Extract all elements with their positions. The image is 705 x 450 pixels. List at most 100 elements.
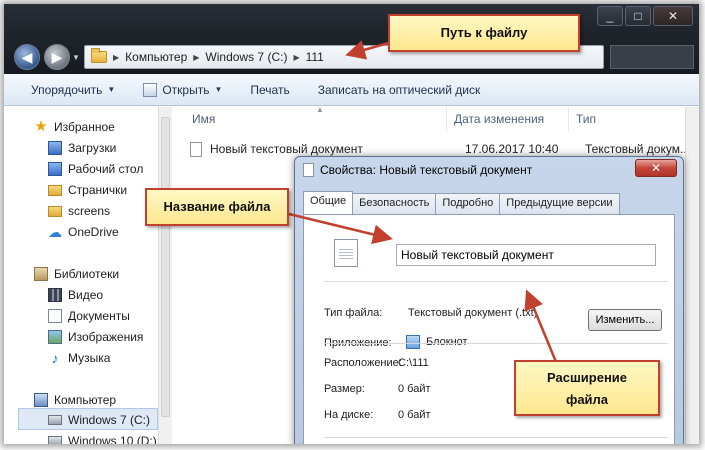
library-icon: [34, 267, 48, 281]
organize-button[interactable]: Упорядочить ▼: [4, 83, 129, 97]
sort-caret-icon: ▲: [316, 105, 324, 114]
open-file-icon: [143, 82, 158, 97]
sidebar-item-onedrive[interactable]: ☁ OneDrive: [48, 222, 119, 242]
navigation-pane: ★ Избранное Загрузки Рабочий стол Страни…: [4, 107, 158, 444]
sidebar-libraries[interactable]: Библиотеки: [34, 264, 119, 284]
app-value: Блокнот: [426, 336, 468, 348]
window-controls: _ □ ✕: [597, 6, 693, 26]
breadcrumb-folder[interactable]: 111: [306, 50, 324, 64]
music-icon: ♪: [51, 350, 59, 366]
video-icon: [48, 288, 62, 302]
file-name-field[interactable]: Новый текстовый документ: [396, 244, 656, 266]
sidebar-item-drive-c[interactable]: Windows 7 (C:): [48, 410, 150, 430]
name-callout: Название файла: [145, 188, 289, 226]
file-list-header: Имя ▲ Дата изменения Тип: [174, 105, 699, 131]
search-input[interactable]: [610, 45, 694, 69]
print-button[interactable]: Печать: [236, 83, 303, 97]
change-app-button[interactable]: Изменить...: [588, 309, 662, 331]
burn-disc-button[interactable]: Записать на оптический диск: [304, 83, 495, 97]
column-divider[interactable]: [568, 107, 569, 131]
extension-callout-line2: файла: [565, 392, 609, 407]
sidebar-label: Windows 7 (C:): [68, 413, 151, 427]
tab-details[interactable]: Подробно: [435, 193, 501, 214]
minimize-button[interactable]: _: [597, 6, 623, 26]
folder-icon: [48, 205, 62, 217]
sidebar-label: Странички: [68, 183, 128, 197]
sidebar-scrollbar[interactable]: [158, 107, 172, 444]
open-button[interactable]: Открыть ▼: [129, 82, 236, 97]
sidebar-label: Библиотеки: [54, 267, 120, 281]
app-value-group: Блокнот: [406, 335, 468, 349]
sidebar-item-screens[interactable]: screens: [48, 201, 110, 221]
sidebar-item-video[interactable]: Видео: [48, 285, 103, 305]
title-bar: _ □ ✕: [4, 4, 699, 38]
star-icon: ★: [34, 118, 48, 135]
text-file-icon: [303, 163, 314, 177]
folder-icon: [48, 184, 62, 196]
dialog-tabs: Общие Безопасность Подробно Предыдущие в…: [303, 191, 620, 214]
tab-previous-versions[interactable]: Предыдущие версии: [499, 193, 620, 214]
drive-icon: [48, 415, 62, 425]
folder-icon: [91, 48, 107, 63]
disk-size-label: На диске:: [324, 409, 374, 421]
column-date[interactable]: Дата изменения: [454, 112, 544, 126]
sidebar-label: Рабочий стол: [68, 162, 144, 176]
open-label: Открыть: [162, 82, 210, 97]
chevron-right-icon[interactable]: ▶: [193, 53, 199, 62]
location-label: Расположение:: [324, 357, 402, 369]
file-type-label: Тип файла:: [324, 307, 383, 319]
cloud-icon: ☁: [48, 224, 62, 240]
divider: [324, 343, 668, 344]
column-type[interactable]: Тип: [576, 112, 596, 126]
column-name[interactable]: Имя: [192, 112, 215, 126]
sidebar-label: Изображения: [68, 330, 144, 344]
sidebar-label: Документы: [68, 309, 130, 323]
sidebar-item-drive-d[interactable]: Windows 10 (D:): [48, 431, 157, 444]
close-button[interactable]: ✕: [653, 6, 693, 26]
history-dropdown-icon[interactable]: ▼: [72, 53, 80, 62]
dialog-close-button[interactable]: ✕: [635, 159, 677, 177]
scrollbar-thumb[interactable]: [161, 117, 170, 417]
organize-label: Упорядочить: [31, 82, 103, 97]
sidebar-item-documents[interactable]: Документы: [48, 306, 130, 326]
command-toolbar: Упорядочить ▼ Открыть ▼ Печать Записать …: [4, 74, 699, 106]
sidebar-label: Избранное: [54, 120, 115, 134]
dialog-title: Свойства: Новый текстовый документ: [320, 163, 533, 177]
maximize-button[interactable]: □: [625, 6, 651, 26]
sidebar-label: Компьютер: [54, 393, 117, 407]
tab-general[interactable]: Общие: [303, 191, 354, 214]
sidebar-item-pictures[interactable]: Изображения: [48, 327, 143, 347]
file-list-scrollbar[interactable]: [685, 107, 699, 444]
breadcrumb-drive[interactable]: Windows 7 (C:): [205, 50, 287, 64]
sidebar-item-pages[interactable]: Странички: [48, 180, 127, 200]
documents-icon: [48, 309, 62, 323]
sidebar-item-music[interactable]: ♪ Музыка: [48, 348, 111, 368]
sidebar-label: OneDrive: [68, 225, 119, 239]
file-name: Новый текстовый документ: [210, 142, 363, 156]
sidebar-label: Видео: [68, 288, 104, 302]
sidebar-computer[interactable]: Компьютер: [34, 390, 116, 410]
chevron-right-icon[interactable]: ▶: [293, 53, 299, 62]
chevron-down-icon: ▼: [107, 85, 116, 94]
extension-callout-line1: Расширение: [546, 370, 628, 385]
desktop-icon: [48, 162, 62, 176]
back-button[interactable]: ◀: [14, 44, 40, 70]
file-type-value: Текстовый документ (.txt): [408, 307, 538, 319]
divider: [324, 437, 668, 438]
sidebar-label: Загрузки: [68, 141, 117, 155]
file-date: 17.06.2017 10:40: [465, 142, 559, 156]
size-label: Размер:: [324, 383, 365, 395]
column-divider[interactable]: [446, 107, 447, 131]
chevron-right-icon[interactable]: ▶: [113, 53, 119, 62]
breadcrumb-computer[interactable]: Компьютер: [125, 50, 187, 64]
sidebar-label: screens: [68, 204, 111, 218]
navigation-bar: ◀ ▶ ▼ ▶ Компьютер ▶ Windows 7 (C:) ▶ 111: [4, 38, 699, 74]
tab-security[interactable]: Безопасность: [352, 193, 437, 214]
sidebar-item-downloads[interactable]: Загрузки: [48, 138, 116, 158]
forward-button[interactable]: ▶: [44, 44, 70, 70]
sidebar-favorites[interactable]: ★ Избранное: [34, 117, 115, 137]
disk-size-value: 0 байт: [398, 409, 431, 421]
text-file-icon: [190, 141, 202, 157]
sidebar-item-desktop[interactable]: Рабочий стол: [48, 159, 143, 179]
location-value: C:\111: [398, 357, 429, 369]
